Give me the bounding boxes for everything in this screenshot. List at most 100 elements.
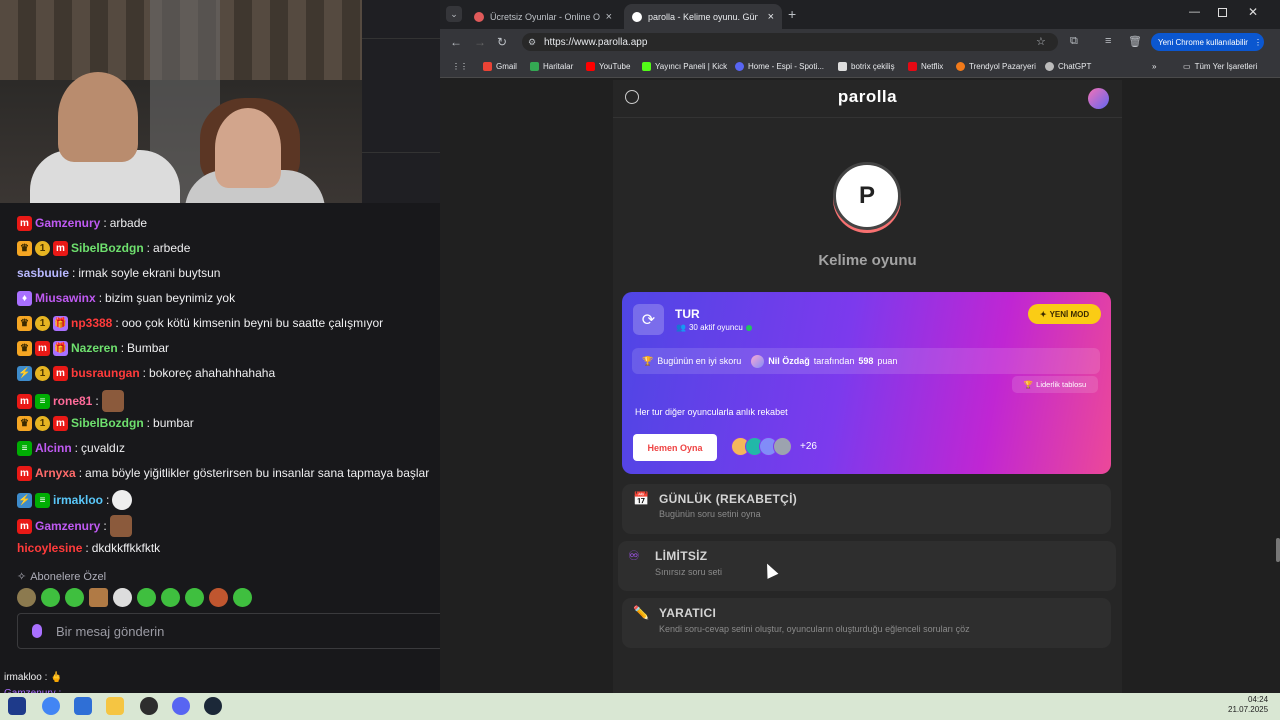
- chat-username[interactable]: irmakloo: [53, 492, 103, 508]
- discord-taskbar-icon[interactable]: [172, 697, 190, 715]
- chat-username[interactable]: Miusawinx: [35, 290, 96, 306]
- extensions-icon[interactable]: ⧉: [1070, 35, 1078, 48]
- chat-username[interactable]: np3388: [71, 315, 112, 331]
- chat-text: ama böyle yiğitlikler gösterirsen bu ins…: [85, 466, 430, 480]
- emote-icon[interactable]: [89, 588, 108, 607]
- emote-icon[interactable]: [209, 588, 228, 607]
- subscriber-only-label: ✧ Abonelere Özel: [17, 570, 107, 584]
- chat-message: ♛ 1 m SibelBozdgn: arbede: [17, 240, 190, 256]
- close-tab-icon[interactable]: ×: [768, 11, 774, 23]
- tab-free-games[interactable]: Ücretsiz Oyunlar - Online Oyun ×: [466, 4, 620, 29]
- chat-username[interactable]: SibelBozdgn: [71, 240, 144, 256]
- site-info-icon[interactable]: ⚙: [528, 37, 536, 48]
- trash-icon[interactable]: 🗑: [1128, 35, 1142, 48]
- chrome-taskbar-icon[interactable]: [42, 697, 60, 715]
- chat-username[interactable]: Nazeren: [71, 340, 118, 356]
- app-taskbar-icon[interactable]: [74, 697, 92, 715]
- chat-colon: :: [78, 466, 83, 480]
- chat-username[interactable]: Gamzenury: [35, 518, 100, 534]
- chat-text: çuvaldız: [81, 441, 126, 455]
- folder-icon: ▭: [1183, 62, 1191, 71]
- divider: [362, 38, 440, 39]
- reload-icon[interactable]: ↻: [497, 35, 507, 49]
- emote-icon[interactable]: [233, 588, 252, 607]
- more-menu-icon: ⋮: [1253, 37, 1262, 47]
- all-bookmarks[interactable]: ▭ Tüm Yer İşaretleri: [1183, 62, 1257, 71]
- player-avatars: [731, 437, 792, 456]
- chat-message: m ≡ rone81:: [17, 390, 124, 412]
- emote-icon[interactable]: [41, 588, 60, 607]
- close-window-icon[interactable]: ✕: [1248, 5, 1258, 19]
- kick-badge-icon: m: [17, 215, 32, 231]
- chat-colon: :: [142, 366, 147, 380]
- emote-icon[interactable]: [113, 588, 132, 607]
- maximize-icon[interactable]: [1218, 8, 1227, 17]
- steam-taskbar-icon[interactable]: [204, 697, 222, 715]
- forward-icon[interactable]: →: [474, 35, 486, 49]
- chat-colon: :: [85, 541, 89, 555]
- bookmark-botrix[interactable]: botrix çekiliş: [838, 62, 895, 71]
- chat-input[interactable]: Bir mesaj gönderin: [17, 613, 447, 649]
- chat-username[interactable]: SibelBozdgn: [71, 415, 144, 431]
- chat-username[interactable]: Arnyxa: [35, 465, 76, 481]
- emote-icon[interactable]: [161, 588, 180, 607]
- chat-message: ♛ 1 m SibelBozdgn: bumbar: [17, 415, 194, 431]
- bookmark-youtube[interactable]: YouTube: [586, 62, 630, 71]
- tab-parolla[interactable]: parolla - Kelime oyunu. Günlük ×: [624, 4, 782, 29]
- tab-search-icon[interactable]: ⌄: [446, 6, 462, 22]
- avatar[interactable]: [1088, 88, 1109, 109]
- bookmark-maps[interactable]: Haritalar: [530, 62, 573, 71]
- bookmark-trendyol[interactable]: Trendyol Pazaryeri: [956, 62, 1036, 71]
- chat-colon: :: [120, 341, 125, 355]
- back-icon[interactable]: ←: [450, 35, 462, 49]
- new-tab-icon[interactable]: +: [788, 6, 796, 22]
- webcam-overlay: [0, 0, 362, 203]
- chat-username[interactable]: Gamzenury: [35, 215, 100, 231]
- bookmark-spotify[interactable]: Home - Espi - Spoti...: [735, 62, 824, 71]
- emote-icon[interactable]: [65, 588, 84, 607]
- cohost-head: [215, 108, 281, 188]
- bookmark-gmail[interactable]: Gmail: [483, 62, 517, 71]
- trophy-icon: 🏆: [642, 355, 654, 366]
- crown-badge-icon: ♛: [17, 340, 32, 356]
- chat-message: ⚡ ≡ irmakloo:: [17, 490, 133, 510]
- avatar: [773, 437, 792, 456]
- chat-colon: :: [146, 241, 151, 255]
- apps-icon[interactable]: ⋮⋮: [452, 62, 468, 71]
- bookmark-star-icon[interactable]: ☆: [1036, 35, 1046, 48]
- chat-username[interactable]: sasbuuie: [17, 265, 69, 281]
- obs-taskbar-icon[interactable]: [140, 697, 158, 715]
- chat-username[interactable]: hicoylesine: [17, 540, 82, 556]
- close-tab-icon[interactable]: ×: [606, 11, 612, 23]
- media-icon[interactable]: ≡: [1105, 35, 1111, 47]
- emote-icon[interactable]: [185, 588, 204, 607]
- emote-row: [17, 588, 252, 607]
- bookmark-kick[interactable]: Yayıncı Paneli | Kick: [642, 62, 727, 71]
- chrome-update-button[interactable]: Yeni Chrome kullanılabilir ⋮: [1151, 33, 1264, 51]
- favicon-icon: [474, 11, 484, 22]
- botrix-icon: [838, 62, 847, 71]
- chat-username[interactable]: Alcinn: [35, 440, 72, 456]
- folder-taskbar-icon[interactable]: [106, 697, 124, 715]
- bookmark-chatgpt[interactable]: ChatGPT: [1045, 62, 1091, 71]
- chat-username[interactable]: busraungan: [71, 365, 140, 381]
- taskbar: [0, 693, 1280, 720]
- play-now-button[interactable]: Hemen Oyna: [633, 434, 717, 461]
- system-clock: 04:24 21.07.2025: [1228, 695, 1269, 714]
- page-scrollbar[interactable]: [1276, 538, 1280, 562]
- kick-badge-icon: m: [53, 415, 68, 431]
- minimize-icon[interactable]: —: [1189, 6, 1200, 18]
- address-bar[interactable]: https://www.parolla.app: [522, 33, 1058, 51]
- emote-icon[interactable]: [137, 588, 156, 607]
- bookmark-netflix[interactable]: Netflix: [908, 62, 943, 71]
- more-bookmarks-icon[interactable]: »: [1152, 62, 1156, 71]
- microphone-icon[interactable]: [32, 624, 42, 638]
- best-score-bar: 🏆 Bugünün en iyi skoru Nil Özdağ tarafın…: [632, 348, 1100, 374]
- chat-colon: :: [72, 266, 76, 280]
- emote-icon[interactable]: [17, 588, 36, 607]
- chat-message: m Gamzenury: arbade: [17, 215, 147, 231]
- tier-badge-icon: 1: [35, 415, 50, 431]
- leaderboard-button[interactable]: 🏆 Liderlik tablosu: [1012, 376, 1098, 393]
- chat-username[interactable]: rone81: [53, 393, 92, 409]
- windows-start-icon[interactable]: [8, 697, 26, 715]
